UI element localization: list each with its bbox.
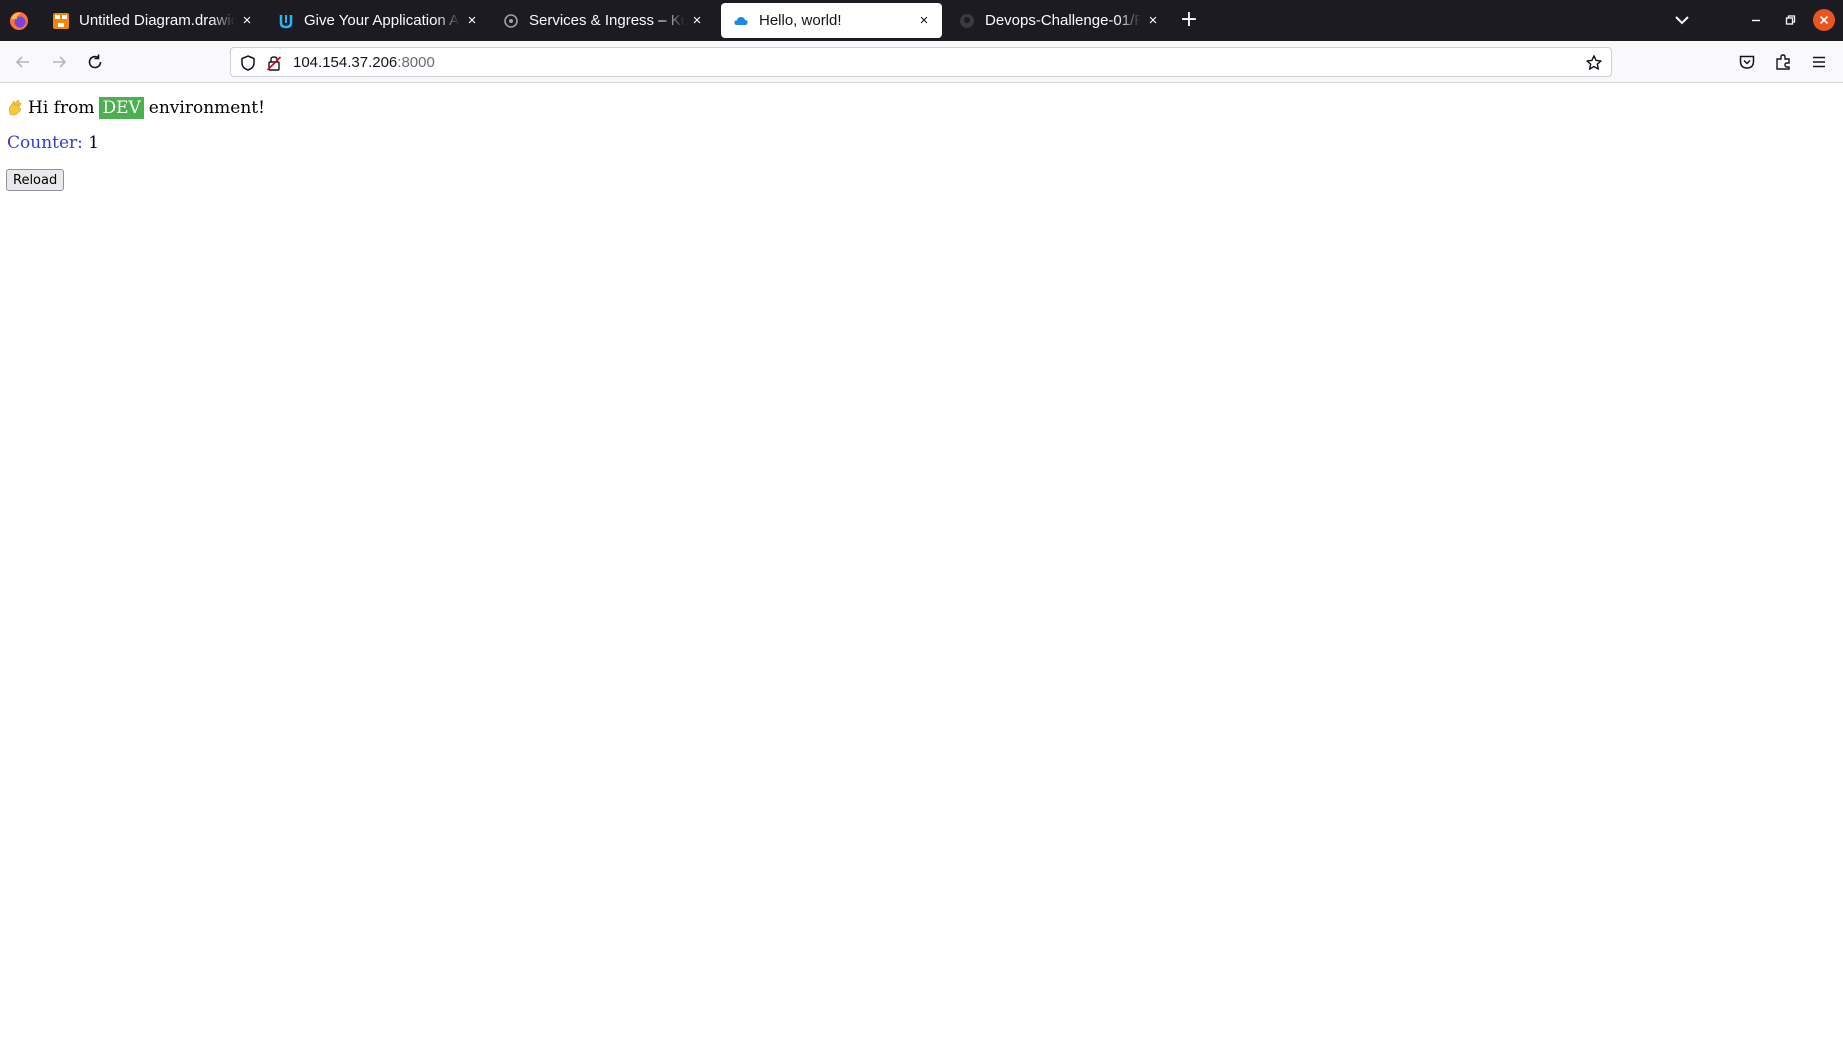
counter-value: 1 (88, 133, 100, 153)
close-icon[interactable]: × (689, 12, 705, 29)
insecure-lock-icon[interactable] (265, 54, 283, 72)
tab-kubernetes[interactable]: Services & Ingress – Kube × (491, 3, 715, 38)
star-bookmark-icon[interactable] (1585, 54, 1603, 72)
hamburger-menu-icon (1813, 56, 1825, 68)
url-text[interactable]: 104.154.37.206:8000 (293, 54, 435, 71)
tab-auth-guide[interactable]: Give Your Application Au × (266, 3, 490, 38)
cloud-icon (733, 13, 749, 29)
arrow-left-icon (15, 56, 29, 68)
list-all-tabs-icon[interactable] (1669, 9, 1695, 31)
arrow-right-icon (53, 56, 67, 68)
tab-hello-world[interactable]: Hello, world! × (721, 3, 942, 38)
ui-framework-icon (278, 13, 294, 29)
extensions-button[interactable] (1770, 49, 1796, 75)
close-window-icon[interactable] (1813, 9, 1835, 31)
address-bar[interactable]: 104.154.37.206:8000 (230, 47, 1612, 77)
shield-icon[interactable] (239, 54, 257, 72)
close-icon[interactable]: × (916, 12, 932, 29)
tab-title: Services & Ingress – Kube (529, 12, 685, 29)
url-host: 104.154.37.206 (293, 54, 398, 71)
pocket-icon (1739, 55, 1755, 69)
app-menu-button[interactable] (1806, 49, 1832, 75)
back-button[interactable] (10, 49, 36, 75)
github-icon (959, 13, 975, 29)
tab-title: Devops-Challenge-01/RE (985, 12, 1141, 29)
tab-drawio[interactable]: Untitled Diagram.drawio × (41, 3, 265, 38)
navigation-toolbar: 104.154.37.206:8000 (0, 41, 1843, 83)
greeting-suffix: environment! (148, 98, 265, 118)
tab-title: Untitled Diagram.drawio (79, 12, 235, 29)
refresh-icon (88, 54, 102, 69)
puzzle-icon (1776, 54, 1790, 70)
minimize-window-icon[interactable] (1744, 8, 1768, 32)
kubernetes-icon (503, 13, 519, 29)
counter-label: Counter: (7, 133, 83, 153)
firefox-menu-icon[interactable] (8, 10, 30, 32)
tab-github[interactable]: Devops-Challenge-01/RE × (947, 3, 1171, 38)
reload-page-button[interactable] (82, 49, 108, 75)
drawio-icon (53, 12, 69, 29)
greeting-prefix: Hi from (28, 98, 95, 118)
env-badge: DEV (99, 97, 144, 119)
forward-button[interactable] (46, 49, 72, 75)
greeting-line: Hi from DEV environment! (7, 97, 265, 119)
reload-button[interactable]: Reload (6, 169, 65, 191)
waving-hand-icon (8, 100, 22, 116)
tab-title: Give Your Application Au (304, 12, 460, 29)
restore-window-icon[interactable] (1778, 8, 1802, 32)
page-content: Hi from DEV environment! Counter: 1 Relo… (0, 83, 1843, 1040)
pocket-button[interactable] (1734, 49, 1760, 75)
close-icon[interactable]: × (1145, 12, 1161, 29)
counter-line: Counter: 1 (7, 133, 99, 153)
close-icon[interactable]: × (239, 12, 255, 29)
tab-bar: Untitled Diagram.drawio × Give Your Appl… (0, 0, 1843, 41)
url-port: :8000 (397, 54, 435, 71)
tab-title: Hello, world! (759, 12, 842, 29)
close-icon[interactable]: × (464, 12, 480, 29)
new-tab-button[interactable]: + (1176, 7, 1202, 33)
